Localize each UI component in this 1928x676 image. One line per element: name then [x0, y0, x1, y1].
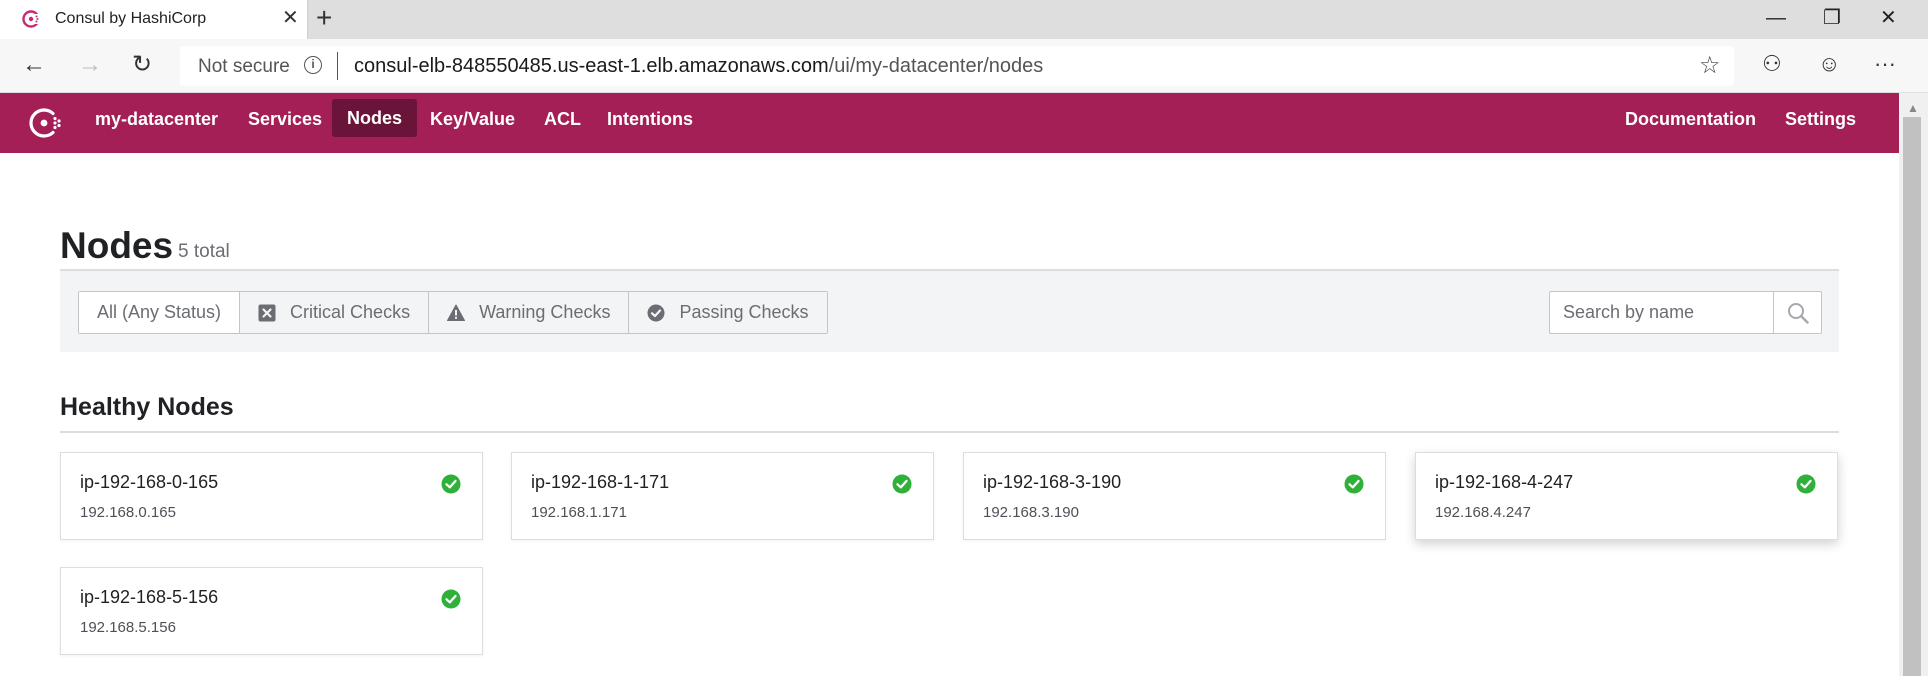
section-divider: [60, 431, 1839, 433]
nav-services[interactable]: Services: [248, 109, 322, 129]
consul-logo-icon[interactable]: [28, 107, 64, 139]
passing-check-icon: [892, 474, 912, 494]
filter-passing-label: Passing Checks: [679, 302, 809, 322]
minimize-icon[interactable]: —: [1766, 6, 1786, 30]
node-card[interactable]: ip-192-168-3-190 192.168.3.190: [963, 452, 1386, 540]
nav-datacenter[interactable]: my-datacenter: [95, 109, 218, 129]
node-card[interactable]: ip-192-168-1-171 192.168.1.171: [511, 452, 934, 540]
window-close-icon[interactable]: ✕: [1880, 6, 1897, 30]
tab-close-icon[interactable]: ✕: [282, 8, 299, 28]
forward-icon[interactable]: →: [78, 51, 102, 79]
filter-all-label: All (Any Status): [97, 302, 222, 322]
browser-tab[interactable]: Consul by HashiCorp ✕: [0, 0, 308, 39]
node-name: ip-192-168-5-156: [80, 587, 219, 607]
url-host: consul-elb-848550485.us-east-1.elb.amazo…: [354, 55, 829, 77]
warning-icon: [447, 304, 466, 321]
filter-passing[interactable]: Passing Checks: [629, 292, 827, 333]
node-address: 192.168.4.247: [1435, 504, 1531, 521]
scroll-up-icon[interactable]: ▲: [1907, 101, 1919, 115]
new-tab-icon[interactable]: +: [316, 4, 332, 32]
more-icon[interactable]: ···: [1874, 51, 1896, 77]
node-name: ip-192-168-4-247: [1435, 472, 1574, 492]
filter-all[interactable]: All (Any Status): [79, 292, 241, 333]
consul-favicon-icon: [22, 10, 40, 28]
passing-check-icon: [441, 474, 461, 494]
nav-settings[interactable]: Settings: [1785, 109, 1856, 129]
emoji-icon[interactable]: ☺: [1818, 51, 1840, 77]
node-card[interactable]: ip-192-168-0-165 192.168.0.165: [60, 452, 483, 540]
search-input[interactable]: [1550, 292, 1773, 333]
node-card[interactable]: ip-192-168-5-156 192.168.5.156: [60, 567, 483, 655]
address-bar[interactable]: Not secure i consul-elb-848550485.us-eas…: [180, 46, 1734, 86]
node-address: 192.168.0.165: [80, 504, 176, 521]
security-label[interactable]: Not secure: [198, 56, 290, 78]
passing-check-icon: [441, 589, 461, 609]
nav-acl[interactable]: ACL: [544, 109, 581, 129]
filter-warning[interactable]: Warning Checks: [429, 292, 630, 333]
browser-toolbar: ← → ↻ Not secure i consul-elb-848550485.…: [0, 39, 1928, 93]
node-count: 5 total: [178, 241, 230, 262]
filter-critical[interactable]: Critical Checks: [240, 292, 430, 333]
url-text[interactable]: consul-elb-848550485.us-east-1.elb.amazo…: [354, 55, 1043, 78]
nav-nodes[interactable]: Nodes: [332, 99, 418, 137]
nav-intentions[interactable]: Intentions: [607, 109, 693, 129]
node-address: 192.168.3.190: [983, 504, 1079, 521]
filter-warning-label: Warning Checks: [479, 302, 611, 322]
filter-bar: All (Any Status) Critical Checks Warning…: [60, 271, 1839, 352]
consul-header: my-datacenter Services Nodes Key/Value A…: [0, 93, 1899, 153]
node-name: ip-192-168-3-190: [983, 472, 1122, 492]
info-icon[interactable]: i: [304, 56, 322, 74]
page-scrollbar[interactable]: ▲: [1899, 93, 1928, 676]
url-path: /ui/my-datacenter/nodes: [828, 55, 1044, 77]
favorite-star-icon[interactable]: ☆: [1699, 51, 1721, 80]
status-filter-group: All (Any Status) Critical Checks Warning…: [78, 291, 828, 334]
nav-documentation[interactable]: Documentation: [1625, 109, 1756, 129]
node-card[interactable]: ip-192-168-4-247 192.168.4.247: [1415, 452, 1838, 540]
reload-icon[interactable]: ↻: [132, 51, 152, 79]
search-box: [1549, 291, 1822, 334]
healthy-nodes-heading: Healthy Nodes: [60, 393, 234, 421]
passing-icon: [647, 304, 665, 321]
profile-icon[interactable]: ⚇: [1762, 51, 1782, 77]
filter-critical-label: Critical Checks: [290, 302, 411, 322]
page-title: Nodes: [60, 225, 174, 266]
critical-icon: [258, 304, 276, 321]
nav-key-value[interactable]: Key/Value: [430, 109, 515, 129]
passing-check-icon: [1344, 474, 1364, 494]
scroll-thumb[interactable]: [1903, 117, 1921, 676]
search-icon: [1787, 302, 1809, 324]
node-address: 192.168.1.171: [531, 504, 627, 521]
restore-icon[interactable]: ❐: [1823, 6, 1841, 30]
back-icon[interactable]: ←: [22, 51, 46, 79]
search-button[interactable]: [1773, 292, 1821, 333]
address-separator: [337, 52, 338, 80]
passing-check-icon: [1796, 474, 1816, 494]
tab-title: Consul by HashiCorp: [55, 10, 207, 27]
node-address: 192.168.5.156: [80, 619, 176, 636]
node-name: ip-192-168-0-165: [80, 472, 219, 492]
node-name: ip-192-168-1-171: [531, 472, 670, 492]
browser-tab-strip: Consul by HashiCorp ✕ + — ❐ ✕: [0, 0, 1928, 39]
